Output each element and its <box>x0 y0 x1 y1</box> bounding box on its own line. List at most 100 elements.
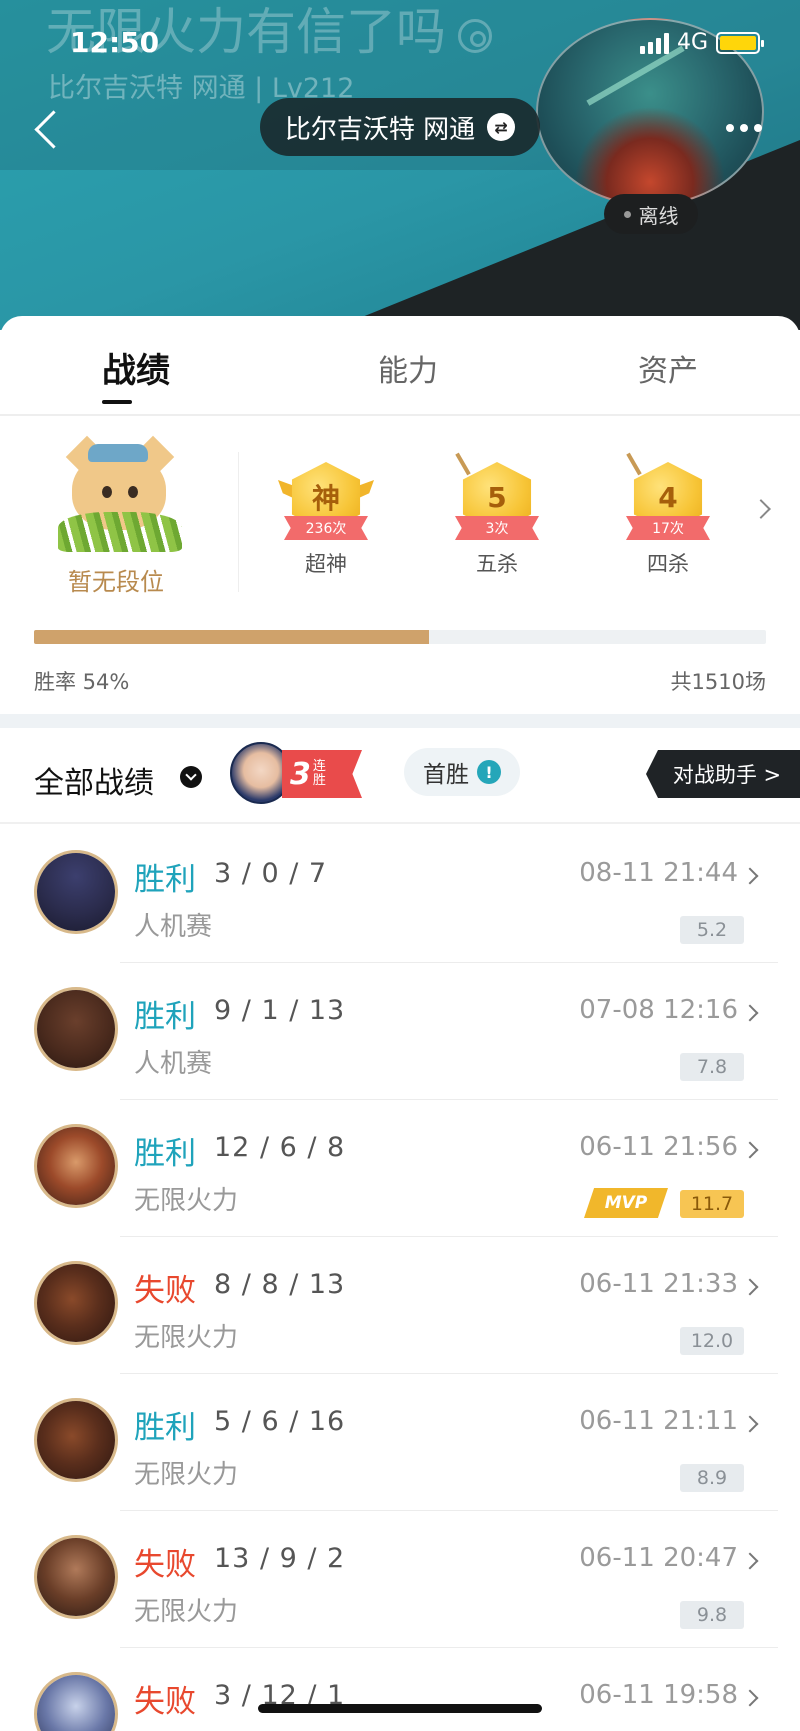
match-score: 8.9 <box>680 1464 744 1492</box>
match-score: 5.2 <box>680 916 744 944</box>
status-dot-icon <box>623 210 631 218</box>
match-row[interactable]: 胜利 9 / 1 / 13 人机赛 07-08 12:16 7.8 <box>0 963 800 1100</box>
battle-assistant-button[interactable]: 对战助手 > <box>646 750 800 798</box>
match-time: 06-11 20:47 <box>579 1543 738 1573</box>
match-kda: 5 / 6 / 16 <box>214 1406 346 1437</box>
match-kda: 9 / 1 / 13 <box>214 995 346 1026</box>
network-label: 4G <box>676 30 708 55</box>
camera-icon <box>458 18 492 53</box>
match-result: 胜利 <box>134 1410 196 1446</box>
match-kda: 3 / 0 / 7 <box>214 858 328 889</box>
online-status-badge: 离线 <box>604 194 698 234</box>
winrate-bar-fill <box>34 630 430 644</box>
tab-assets[interactable]: 资产 <box>638 346 698 390</box>
badge-legendary[interactable]: 神 236次 超神 <box>278 462 374 578</box>
match-kda: 13 / 9 / 2 <box>214 1543 346 1574</box>
badge-count: 236次 <box>284 516 368 540</box>
tab-underline <box>102 400 132 404</box>
sword-icon <box>626 452 642 476</box>
match-score: 11.7 <box>680 1190 744 1218</box>
champion-avatar <box>34 1672 118 1731</box>
total-games-label: 共1510场 <box>670 670 766 694</box>
match-score: 9.8 <box>680 1601 744 1629</box>
content-card: 战绩 能力 资产 暂无段位 神 236次 超神 5 3次 五杀 4 17次 四杀… <box>0 316 800 1731</box>
match-score: 12.0 <box>680 1327 744 1355</box>
chevron-down-icon[interactable] <box>180 766 202 788</box>
section-separator <box>0 714 800 728</box>
screen: 无限火力有信了吗 比尔吉沃特 网通 | Lv212 离线 12:50 4G 比尔… <box>0 0 800 1731</box>
badge-count: 3次 <box>455 516 539 540</box>
divider <box>238 452 239 592</box>
filter-title[interactable]: 全部战绩 <box>34 758 154 802</box>
match-result: 失败 <box>134 1684 196 1720</box>
back-icon[interactable] <box>30 106 66 152</box>
champion-avatar <box>34 1535 118 1619</box>
chevron-right-icon <box>741 1141 759 1159</box>
champion-avatar <box>34 1398 118 1482</box>
info-icon: ! <box>477 760 501 784</box>
match-list: 胜利 3 / 0 / 7 人机赛 08-11 21:44 5.2 胜利 9 / 1 / 13… <box>0 826 800 1731</box>
match-time: 06-11 21:56 <box>579 1132 738 1162</box>
first-win-button[interactable]: 首胜 ! <box>404 748 520 796</box>
swap-icon: ⇄ <box>487 113 516 141</box>
server-switch-button[interactable]: 比尔吉沃特 网通 ⇄ <box>260 98 540 156</box>
win-streak-badge: 3 连胜 <box>230 742 364 808</box>
match-time: 08-11 21:44 <box>579 858 738 888</box>
match-filter-row: 全部战绩 3 连胜 首胜 ! 对战助手 > <box>0 728 800 824</box>
match-mode: 人机赛 <box>134 1049 213 1079</box>
mvp-badge: MVP <box>584 1188 668 1218</box>
tab-ability[interactable]: 能力 <box>378 346 438 390</box>
home-indicator <box>258 1704 542 1713</box>
chevron-right-icon <box>741 1415 759 1433</box>
match-mode: 人机赛 <box>134 912 213 942</box>
match-result: 失败 <box>134 1547 196 1583</box>
match-time: 06-11 21:11 <box>579 1406 738 1436</box>
battery-icon <box>716 31 764 54</box>
rank-label: 暂无段位 <box>68 568 164 596</box>
sword-icon <box>455 452 471 476</box>
chevron-right-icon <box>741 867 759 885</box>
chevron-right-icon <box>741 1689 759 1707</box>
match-result: 胜利 <box>134 862 196 898</box>
server-label: 比尔吉沃特 网通 <box>284 114 476 145</box>
match-row[interactable]: 失败 13 / 9 / 2 无限火力 06-11 20:47 9.8 <box>0 1511 800 1648</box>
match-row[interactable]: 胜利 5 / 6 / 16 无限火力 06-11 21:11 8.9 <box>0 1374 800 1511</box>
tab-bar: 战绩 能力 资产 <box>0 316 800 416</box>
match-row[interactable]: 失败 8 / 8 / 13 无限火力 06-11 21:33 12.0 <box>0 1237 800 1374</box>
chevron-right-icon[interactable] <box>751 499 771 519</box>
tab-record[interactable]: 战绩 <box>102 343 170 392</box>
champion-avatar <box>34 987 118 1071</box>
match-kda: 8 / 8 / 13 <box>214 1269 346 1300</box>
status-bar-indicators: 4G <box>639 30 764 55</box>
streak-text: 连胜 <box>312 759 326 788</box>
rank-mascot-icon <box>58 435 182 552</box>
badge-count: 17次 <box>626 516 710 540</box>
winrate-label: 胜率 54% <box>34 670 130 694</box>
badge-name: 五杀 <box>476 552 518 576</box>
more-icon[interactable] <box>726 124 762 132</box>
match-mode: 无限火力 <box>134 1597 239 1627</box>
first-win-label: 首胜 <box>423 762 469 788</box>
profile-header: 无限火力有信了吗 比尔吉沃特 网通 | Lv212 离线 12:50 4G 比尔… <box>0 0 800 330</box>
match-mode: 无限火力 <box>134 1186 239 1216</box>
match-result: 胜利 <box>134 1136 196 1172</box>
badge-quadrakill[interactable]: 4 17次 四杀 <box>620 452 716 578</box>
match-result: 失败 <box>134 1273 196 1309</box>
status-text: 离线 <box>638 203 679 228</box>
match-time: 06-11 19:58 <box>579 1680 738 1710</box>
champion-avatar <box>34 1261 118 1345</box>
match-result: 胜利 <box>134 999 196 1035</box>
winrate-bar <box>34 630 766 644</box>
chevron-right-icon <box>741 1552 759 1570</box>
badge-name: 四杀 <box>647 552 689 576</box>
chevron-right-icon <box>741 1004 759 1022</box>
match-mode: 无限火力 <box>134 1323 239 1353</box>
champion-avatar <box>34 850 118 934</box>
streak-tag: 3 连胜 <box>282 750 362 798</box>
match-row[interactable]: 胜利 12 / 6 / 8 无限火力 06-11 21:56 MVP 11.7 <box>0 1100 800 1237</box>
chevron-right-icon <box>741 1278 759 1296</box>
match-row[interactable]: 失败3 / 12 / 1无限火力06-11 19:58 <box>0 1648 800 1731</box>
match-score: 7.8 <box>680 1053 744 1081</box>
badge-pentakill[interactable]: 5 3次 五杀 <box>449 452 545 578</box>
match-row[interactable]: 胜利 3 / 0 / 7 人机赛 08-11 21:44 5.2 <box>0 826 800 963</box>
